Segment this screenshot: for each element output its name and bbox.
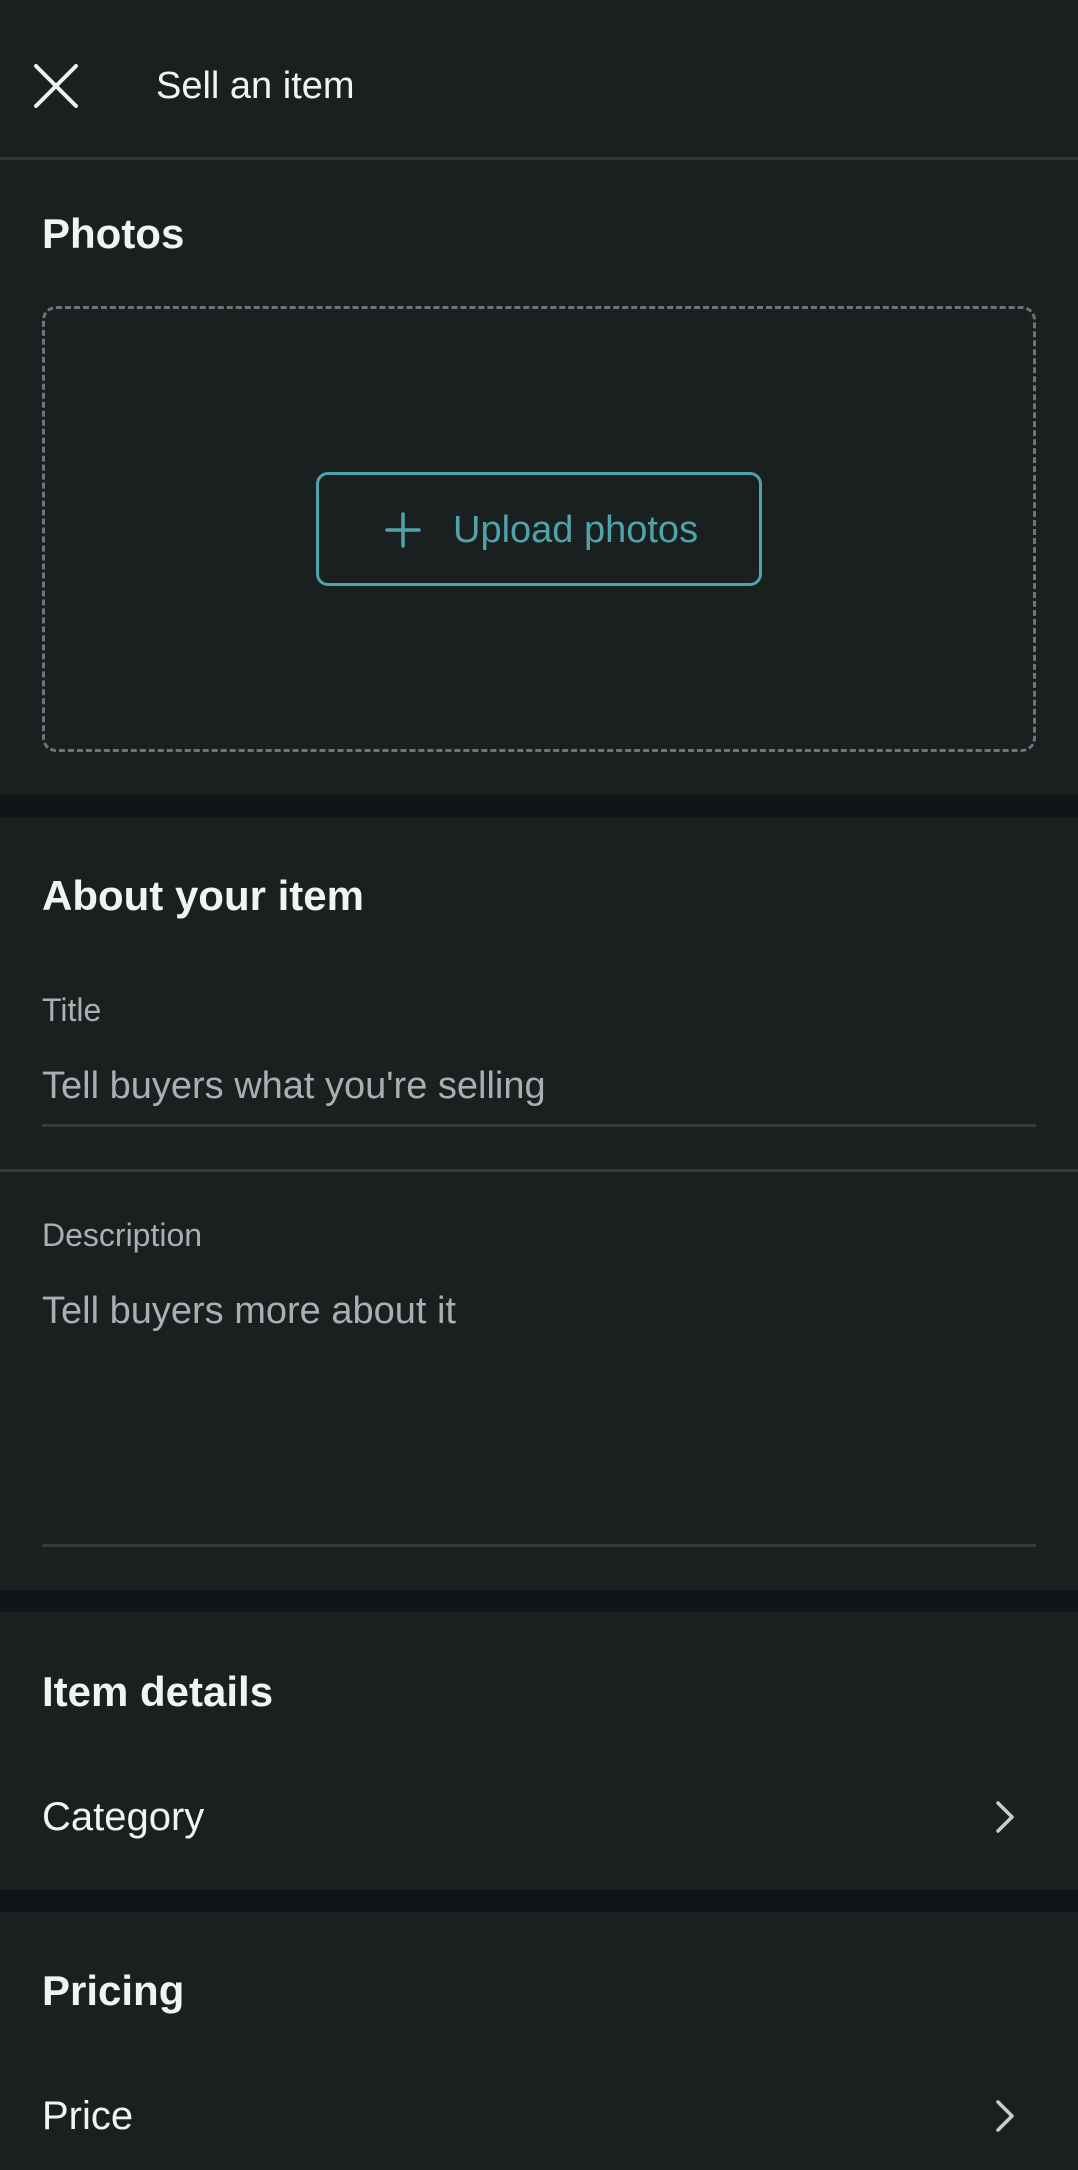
upload-photos-button[interactable]: Upload photos bbox=[316, 472, 762, 586]
close-icon bbox=[34, 64, 78, 108]
category-row[interactable]: Category bbox=[0, 1767, 1078, 1867]
price-row[interactable]: Price bbox=[0, 2066, 1078, 2166]
section-separator bbox=[0, 1890, 1078, 1912]
section-separator bbox=[0, 795, 1078, 817]
upload-photos-label: Upload photos bbox=[453, 509, 699, 551]
page-title: Sell an item bbox=[156, 65, 355, 107]
description-input[interactable] bbox=[42, 1287, 1036, 1527]
photos-section-title: Photos bbox=[42, 210, 185, 257]
chevron-right-icon bbox=[996, 1801, 1014, 1833]
description-input-underline bbox=[42, 1544, 1036, 1547]
title-input-underline bbox=[42, 1124, 1036, 1127]
about-section-title: About your item bbox=[42, 872, 364, 919]
description-field-label: Description bbox=[42, 1217, 203, 1253]
title-input[interactable] bbox=[42, 1062, 1036, 1110]
chevron-right-icon bbox=[996, 2100, 1014, 2132]
field-divider bbox=[0, 1169, 1078, 1172]
item-details-section-title: Item details bbox=[42, 1668, 274, 1715]
close-button[interactable] bbox=[28, 58, 84, 114]
pricing-section-title: Pricing bbox=[42, 1967, 185, 2014]
top-app-bar: Sell an item bbox=[0, 0, 1078, 160]
plus-icon bbox=[385, 512, 421, 548]
section-separator bbox=[0, 1590, 1078, 1612]
price-label: Price bbox=[42, 2094, 134, 2138]
category-label: Category bbox=[42, 1795, 205, 1839]
title-field-label: Title bbox=[42, 992, 102, 1028]
